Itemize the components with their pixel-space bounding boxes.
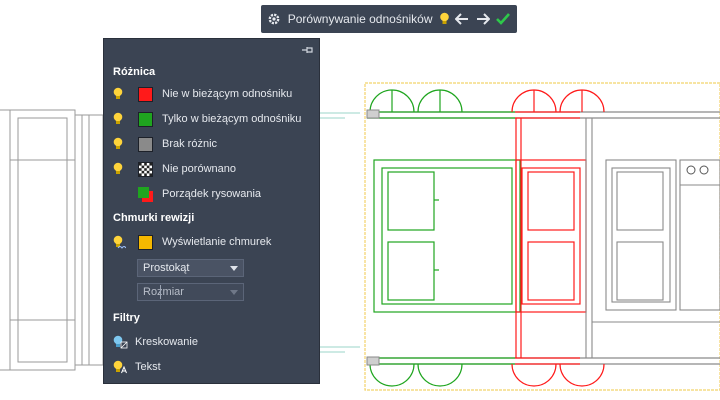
pin-icon[interactable] xyxy=(301,45,313,55)
difference-label-draw-order: Porządek rysowania xyxy=(162,188,262,200)
cloud-display-row[interactable]: Wyświetlanie chmurek xyxy=(104,232,321,252)
toggle-visibility-button[interactable] xyxy=(439,8,451,30)
section-title-filters: Filtry xyxy=(113,312,140,324)
difference-row-draw-order[interactable]: Porządek rysowania xyxy=(104,184,321,204)
difference-label-unchanged: Brak różnic xyxy=(162,138,218,150)
filter-row-hatching[interactable]: Kreskowanie xyxy=(104,332,321,352)
compare-toolbar: Porównywanie odnośników xyxy=(261,5,517,33)
next-change-button[interactable] xyxy=(475,8,491,30)
cloud-size-select[interactable]: Rozmiar xyxy=(137,283,244,301)
difference-label-not-compared: Nie porównano xyxy=(162,163,236,175)
revision-cloud xyxy=(364,82,720,391)
lightbulb-icon[interactable] xyxy=(112,87,124,101)
lightbulb-icon[interactable] xyxy=(112,137,124,151)
difference-row-removed[interactable]: Nie w bieżącym odnośniku xyxy=(104,84,321,104)
arrow-right-icon xyxy=(476,13,490,25)
filter-label-text: Tekst xyxy=(135,361,161,373)
lightbulb-icon xyxy=(440,12,449,24)
grey-rooms xyxy=(585,118,720,358)
red-room xyxy=(515,118,587,358)
cloud-size-value: Rozmiar xyxy=(143,286,184,298)
left-building-outline xyxy=(0,109,104,371)
cloud-shape-value: Prostokąt xyxy=(143,262,190,274)
bottom-wall xyxy=(367,357,720,365)
hatch-filter-icon[interactable] xyxy=(112,335,128,349)
cloud-shape-select[interactable]: Prostokąt xyxy=(137,259,244,277)
cloud-lightbulb-icon[interactable] xyxy=(112,235,126,249)
color-swatch-unchanged[interactable] xyxy=(138,136,153,152)
draw-order-swatch-icon[interactable] xyxy=(138,186,153,202)
filter-row-text[interactable]: Tekst xyxy=(104,357,321,377)
finish-compare-button[interactable] xyxy=(495,8,511,30)
difference-label-removed: Nie w bieżącym odnośniku xyxy=(162,88,293,100)
cloud-color-swatch[interactable] xyxy=(138,234,153,250)
top-wall xyxy=(367,111,720,119)
lightbulb-icon[interactable] xyxy=(112,162,124,176)
fixture xyxy=(686,165,709,175)
green-room xyxy=(373,159,521,313)
previous-change-button[interactable] xyxy=(454,8,470,30)
difference-label-added: Tylko w bieżącym odnośniku xyxy=(162,113,302,125)
cloud-display-label: Wyświetlanie chmurek xyxy=(162,236,272,248)
checker-swatch-icon[interactable] xyxy=(138,161,153,177)
doors-top xyxy=(369,89,605,113)
toolbar-title: Porównywanie odnośników xyxy=(287,12,433,26)
color-swatch-removed[interactable] xyxy=(138,86,153,102)
compare-settings-panel: Różnica Nie w bieżącym odnośniku Tylko w… xyxy=(103,38,320,384)
chevron-down-icon xyxy=(230,290,238,295)
arrow-left-icon xyxy=(455,13,469,25)
connection-lines xyxy=(320,112,360,353)
difference-row-not-compared[interactable]: Nie porównano xyxy=(104,159,321,179)
difference-row-unchanged[interactable]: Brak różnic xyxy=(104,134,321,154)
filter-label-hatching: Kreskowanie xyxy=(135,336,198,348)
settings-button[interactable] xyxy=(267,8,282,30)
chevron-down-icon xyxy=(230,266,238,271)
gear-icon xyxy=(268,13,280,25)
difference-row-added[interactable]: Tylko w bieżącym odnośniku xyxy=(104,109,321,129)
color-swatch-added[interactable] xyxy=(138,111,153,127)
checkmark-icon xyxy=(495,13,510,25)
text-cursor-icon xyxy=(160,285,161,299)
jambs xyxy=(366,109,380,366)
section-title-revision-clouds: Chmurki rewizji xyxy=(113,212,195,224)
text-filter-icon[interactable] xyxy=(112,360,128,374)
doors-bottom xyxy=(369,363,605,387)
lightbulb-icon[interactable] xyxy=(112,112,124,126)
section-title-difference: Różnica xyxy=(113,66,156,78)
